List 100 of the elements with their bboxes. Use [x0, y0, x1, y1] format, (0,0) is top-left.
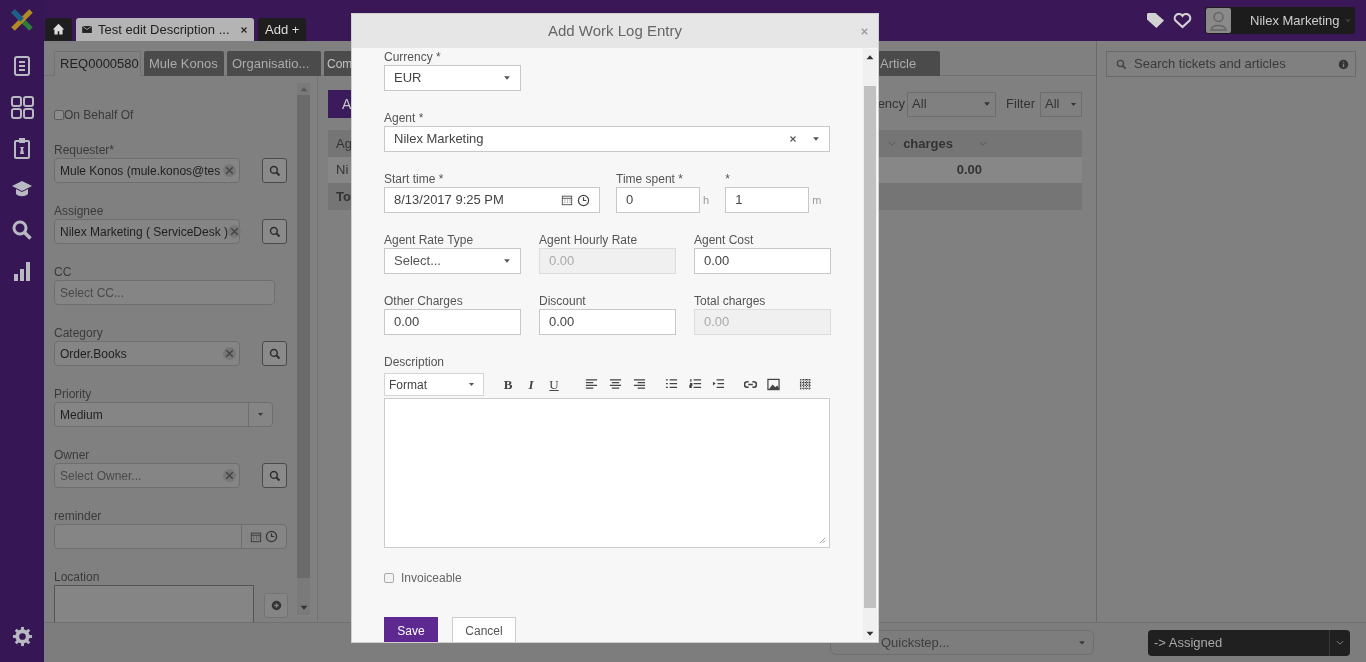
field-label: Currency * — [384, 49, 442, 65]
align-center-icon[interactable] — [609, 378, 622, 391]
date-time-field[interactable]: 8/13/2017 9:25 PM — [384, 187, 600, 213]
align-right-icon[interactable] — [633, 378, 646, 391]
field-label: Total charges — [694, 293, 767, 309]
format-button[interactable]: B — [497, 374, 519, 395]
search-button[interactable] — [262, 341, 287, 366]
unit-label: m — [812, 192, 822, 208]
search-icon — [268, 469, 281, 482]
filter-label: ency — [877, 95, 906, 114]
dialog-title: Add Work Log Entry — [548, 20, 682, 41]
table-cell-text: 0.00 — [956, 161, 982, 180]
caret-icon — [503, 257, 511, 265]
clear-icon[interactable] — [788, 134, 798, 144]
field-label: Assignee — [54, 203, 105, 219]
input-field[interactable]: 0 — [616, 187, 700, 213]
image-icon[interactable] — [767, 378, 780, 391]
input-field[interactable]: 0.00 — [384, 309, 521, 335]
input-field: 0.00 — [694, 309, 831, 335]
search-icon — [268, 164, 281, 177]
table-cell-text: To — [335, 187, 351, 206]
format-select[interactable]: Format — [384, 373, 484, 396]
input-field[interactable]: 0.00 — [694, 248, 831, 274]
scroll-up-icon — [299, 86, 308, 92]
scroll-down-icon — [299, 605, 308, 611]
select-field[interactable]: Medium — [54, 402, 273, 427]
select-field[interactable]: Select... — [384, 248, 521, 274]
align-left-icon[interactable] — [585, 378, 598, 391]
caret-icon — [812, 135, 820, 143]
home-icon — [52, 23, 65, 36]
lookup-field[interactable]: Mule Konos (mule.konos@tes — [54, 158, 240, 183]
indent-icon[interactable] — [712, 378, 725, 391]
clock-icon[interactable] — [577, 193, 590, 207]
input-field[interactable]: 1 — [725, 187, 810, 213]
ticket-tab[interactable]: Test edit Description ... — [76, 18, 254, 41]
add-button[interactable] — [264, 592, 288, 618]
select-field[interactable]: EUR — [384, 65, 521, 91]
tag-icon[interactable] — [1146, 12, 1165, 29]
search-icon — [268, 347, 281, 360]
date-time-field[interactable] — [54, 524, 287, 549]
field-label: Location — [54, 569, 101, 585]
user-menu-button[interactable]: Nilex Marketing — [1205, 7, 1355, 34]
format-button[interactable]: I — [520, 374, 542, 395]
scroll-up-icon — [866, 54, 874, 60]
ticket-tab[interactable]: Mule Konos — [144, 51, 224, 76]
table-cell-text: Ni — [335, 161, 349, 180]
link-icon[interactable] — [744, 378, 757, 391]
avatar-icon — [1206, 8, 1231, 33]
checkbox-label: Invoiceable — [401, 570, 462, 587]
heart-icon[interactable] — [1173, 12, 1192, 29]
field-label: CC — [54, 264, 73, 280]
envelope-icon — [81, 24, 93, 35]
add-tab[interactable]: Add + — [258, 18, 307, 41]
field-label: Owner — [54, 447, 91, 463]
field-label: Agent Hourly Rate — [539, 232, 639, 248]
field-label: Time spent * — [616, 171, 684, 187]
lookup-field[interactable]: Nilex Marketing ( ServiceDesk ) — [54, 219, 240, 244]
home-tab[interactable] — [45, 18, 72, 41]
field-label: Start time * — [384, 171, 445, 187]
scrollbar[interactable] — [297, 83, 310, 615]
search-button[interactable] — [262, 219, 287, 244]
bullet-list-icon[interactable] — [665, 378, 678, 391]
checkbox[interactable] — [54, 110, 64, 120]
close-icon[interactable] — [239, 24, 249, 35]
numbered-list-icon[interactable] — [689, 378, 702, 391]
save-button[interactable]: Save — [384, 617, 438, 642]
field-label: * — [725, 171, 731, 187]
field-label: Category — [54, 325, 104, 341]
info-icon[interactable] — [1338, 58, 1349, 70]
combo-field[interactable]: Nilex Marketing — [384, 126, 830, 152]
scrollbar[interactable] — [863, 49, 877, 640]
field-label: Requester* — [54, 142, 116, 158]
caret-icon — [1070, 100, 1077, 108]
ticket-tab[interactable]: Organisatio... — [227, 51, 321, 76]
search-icon[interactable] — [10, 219, 34, 242]
caret-icon — [503, 74, 511, 82]
format-button[interactable]: U — [543, 374, 565, 395]
cancel-button[interactable]: Cancel — [452, 617, 516, 642]
field-label: Priority — [54, 386, 93, 402]
settings-icon[interactable] — [11, 626, 33, 647]
filter-label: Filter — [1006, 95, 1035, 114]
field-label: reminder — [54, 508, 103, 524]
field-label: Discount — [539, 293, 587, 309]
table-icon[interactable] — [799, 378, 812, 391]
calendar-icon[interactable] — [250, 530, 262, 543]
input-field[interactable]: 0.00 — [539, 309, 676, 335]
search-button[interactable] — [262, 463, 287, 488]
lookup-field[interactable]: Order.Books — [54, 341, 240, 366]
input-field: 0.00 — [539, 248, 676, 274]
checkbox[interactable] — [384, 573, 394, 583]
field-label: Agent Cost — [694, 232, 755, 248]
status-button[interactable]: -> Assigned — [1148, 629, 1350, 656]
field-label: Other Charges — [384, 293, 464, 309]
ticket-tab[interactable]: REQ0000580 — [54, 51, 141, 76]
grid-icon[interactable] — [10, 96, 34, 119]
unit-label: h — [703, 192, 710, 208]
calendar-icon[interactable] — [561, 194, 573, 206]
scroll-down-icon — [866, 631, 874, 637]
caret-icon — [1343, 16, 1352, 25]
search-button[interactable] — [262, 158, 287, 183]
